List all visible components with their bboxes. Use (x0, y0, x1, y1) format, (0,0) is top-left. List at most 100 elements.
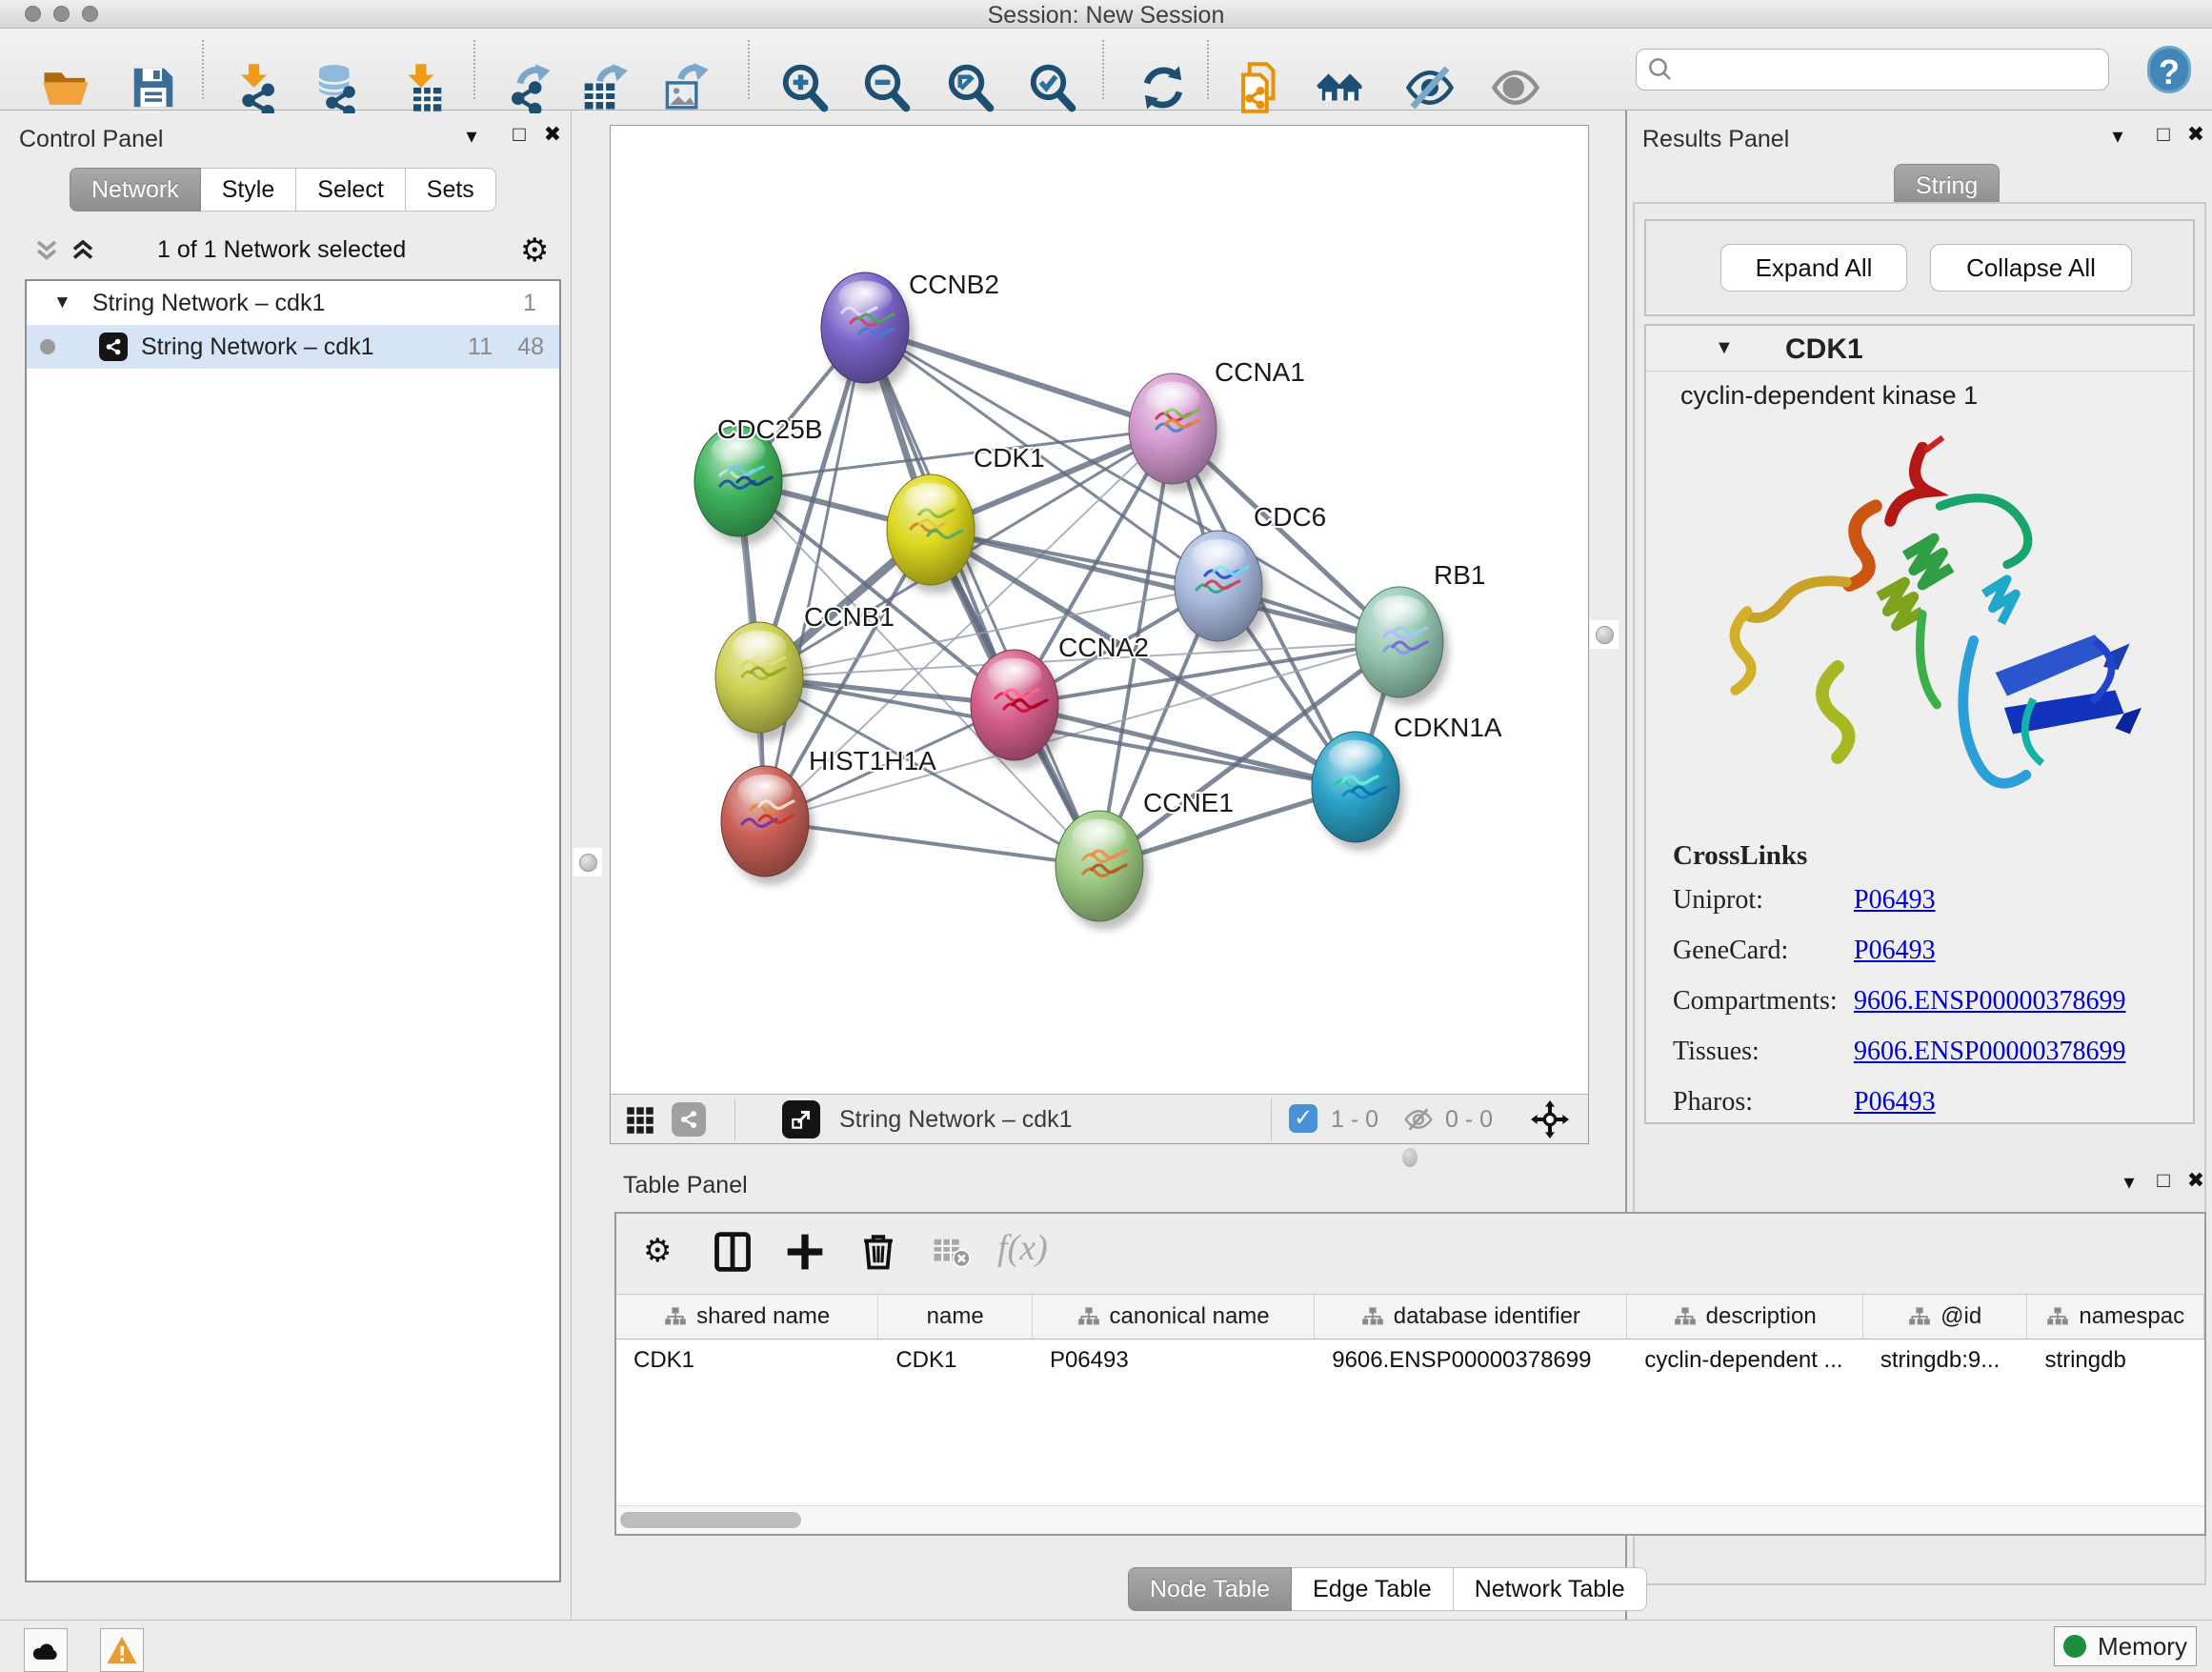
crosslink-link[interactable]: 9606.ENSP00000378699 (1854, 1037, 2125, 1067)
table-panel-title: Table Panel (623, 1172, 748, 1199)
network-node-hist1h1a[interactable]: HIST1H1A (721, 746, 936, 885)
memory-button[interactable]: Memory (2054, 1626, 2197, 1666)
left-splitter-handle[interactable] (573, 848, 602, 876)
import-network-file-icon[interactable] (231, 62, 283, 113)
crosslink-link[interactable]: P06493 (1854, 1087, 1936, 1118)
network-collection-row[interactable]: ▼ String Network – cdk1 1 (27, 281, 559, 325)
toolbar-separator (202, 40, 204, 99)
network-row-selected[interactable]: String Network – cdk1 11 48 (27, 325, 559, 369)
collapse-panel-icon[interactable]: ▾ (457, 124, 486, 149)
add-column-icon[interactable] (784, 1231, 828, 1275)
column-header-namespac[interactable]: namespac (2027, 1295, 2204, 1339)
zoom-fit-icon[interactable] (945, 62, 996, 113)
cell[interactable]: CDK1 (878, 1340, 1033, 1383)
show-all-icon[interactable] (1490, 62, 1541, 113)
float-panel-icon[interactable]: □ (2149, 122, 2178, 147)
tab-sets[interactable]: Sets (406, 168, 496, 212)
tree-expand-icon[interactable]: ▼ (53, 292, 71, 313)
crosslink-link[interactable]: P06493 (1854, 885, 1936, 916)
node-label-ccnb1: CCNB1 (804, 602, 895, 632)
network-node-ccnb2[interactable]: CCNB2 (821, 270, 999, 392)
float-panel-icon[interactable]: □ (505, 122, 533, 147)
grid-view-icon[interactable] (626, 1106, 654, 1135)
cell[interactable]: CDK1 (616, 1340, 878, 1383)
crosslink-link[interactable]: 9606.ENSP00000378699 (1854, 986, 2125, 1017)
open-session-icon[interactable] (40, 62, 91, 113)
node-label-ccnb2: CCNB2 (909, 270, 999, 299)
collapse-all-tree-icon[interactable] (32, 236, 61, 265)
zoom-selected-icon[interactable] (1027, 62, 1078, 113)
fit-content-crosshair-icon[interactable] (1531, 1100, 1569, 1138)
cell[interactable]: P06493 (1033, 1340, 1315, 1383)
network-node-ccna2[interactable]: CCNA2 (971, 633, 1149, 769)
right-splitter-handle[interactable] (1590, 620, 1619, 649)
table-options-gear-icon[interactable]: ⚙ (643, 1235, 687, 1279)
network-edge[interactable] (1015, 705, 1356, 787)
selected-checkbox-icon[interactable]: ✓ (1289, 1104, 1317, 1133)
cell[interactable]: stringdb (2027, 1340, 2204, 1383)
node-label-cdk1: CDK1 (974, 443, 1045, 473)
cell[interactable]: stringdb:9... (1863, 1340, 2028, 1383)
refresh-icon[interactable] (1137, 62, 1189, 113)
column-header--id[interactable]: @id (1863, 1295, 2028, 1339)
column-header-canonical-name[interactable]: canonical name (1033, 1295, 1315, 1339)
cloud-status-button[interactable] (24, 1628, 68, 1672)
expand-collapse-box: Expand All Collapse All (1644, 219, 2195, 316)
section-collapse-icon[interactable]: ▼ (1715, 337, 1734, 359)
show-columns-icon[interactable] (712, 1231, 755, 1275)
column-header-description[interactable]: description (1627, 1295, 1862, 1339)
warnings-button[interactable] (100, 1628, 144, 1672)
float-panel-icon[interactable]: □ (2149, 1168, 2178, 1193)
export-network-icon[interactable] (503, 62, 554, 113)
network-edge[interactable] (765, 642, 1399, 821)
gene-section-header[interactable]: ▼ CDK1 (1646, 326, 2193, 372)
search-input[interactable] (1636, 49, 2109, 91)
network-options-gear-icon[interactable]: ⚙ (520, 234, 549, 267)
network-canvas[interactable]: CCNB2CCNA1CDC25BCDK1CDC6RB1CCNB1CCNA2CDK… (611, 126, 1588, 1094)
network-node-ccne1[interactable]: CCNE1 (1056, 788, 1234, 930)
tab-style[interactable]: Style (201, 168, 297, 212)
table-horizontal-scrollbar[interactable] (616, 1505, 2204, 1534)
hide-show-icon[interactable] (1404, 62, 1456, 113)
export-table-icon[interactable] (578, 62, 630, 113)
delete-column-icon[interactable] (858, 1231, 902, 1275)
tab-select[interactable]: Select (296, 168, 405, 212)
cell[interactable]: cyclin-dependent ... (1627, 1340, 1862, 1383)
tab-network-table[interactable]: Network Table (1454, 1567, 1647, 1611)
import-network-database-icon[interactable] (311, 62, 362, 113)
crosslink-link[interactable]: P06493 (1854, 936, 1936, 966)
clone-network-icon[interactable] (1235, 62, 1286, 113)
network-edge[interactable] (765, 821, 1099, 866)
network-node-cdkn1a[interactable]: CDKN1A (1312, 713, 1502, 851)
tab-network[interactable]: Network (70, 168, 201, 212)
network-edge[interactable] (865, 328, 1099, 866)
table-row[interactable]: CDK1CDK1P064939606.ENSP00000378699cyclin… (616, 1340, 2204, 1383)
tab-node-table[interactable]: Node Table (1128, 1567, 1292, 1611)
collapse-panel-icon[interactable]: ▾ (2115, 1170, 2143, 1195)
scrollbar-thumb[interactable] (620, 1512, 801, 1528)
column-header-name[interactable]: name (878, 1295, 1033, 1339)
close-panel-icon[interactable]: ✖ (2182, 122, 2210, 147)
collapse-all-button[interactable]: Collapse All (1930, 244, 2132, 292)
close-panel-icon[interactable]: ✖ (2182, 1168, 2210, 1193)
close-panel-icon[interactable]: ✖ (538, 122, 567, 147)
column-header-shared-name[interactable]: shared name (616, 1295, 878, 1339)
collection-count: 1 (523, 290, 536, 317)
network-share-icon[interactable] (672, 1102, 706, 1137)
cell[interactable]: 9606.ENSP00000378699 (1315, 1340, 1627, 1383)
hidden-eye-icon[interactable] (1403, 1104, 1434, 1135)
expand-all-tree-icon[interactable] (69, 236, 97, 265)
expand-all-button[interactable]: Expand All (1720, 244, 1907, 292)
network-node-rb1[interactable]: RB1 (1356, 560, 1485, 706)
import-table-icon[interactable] (396, 62, 448, 113)
export-image-icon[interactable] (659, 62, 711, 113)
birdseye-view-icon[interactable] (782, 1100, 820, 1138)
tab-edge-table[interactable]: Edge Table (1292, 1567, 1454, 1611)
collapse-panel-icon[interactable]: ▾ (2103, 124, 2132, 149)
zoom-in-icon[interactable] (779, 62, 831, 113)
column-header-database-identifier[interactable]: database identifier (1315, 1295, 1627, 1339)
home-networks-icon[interactable] (1315, 62, 1366, 113)
save-session-icon[interactable] (128, 62, 179, 113)
help-button[interactable]: ? (2147, 46, 2191, 93)
zoom-out-icon[interactable] (861, 62, 913, 113)
